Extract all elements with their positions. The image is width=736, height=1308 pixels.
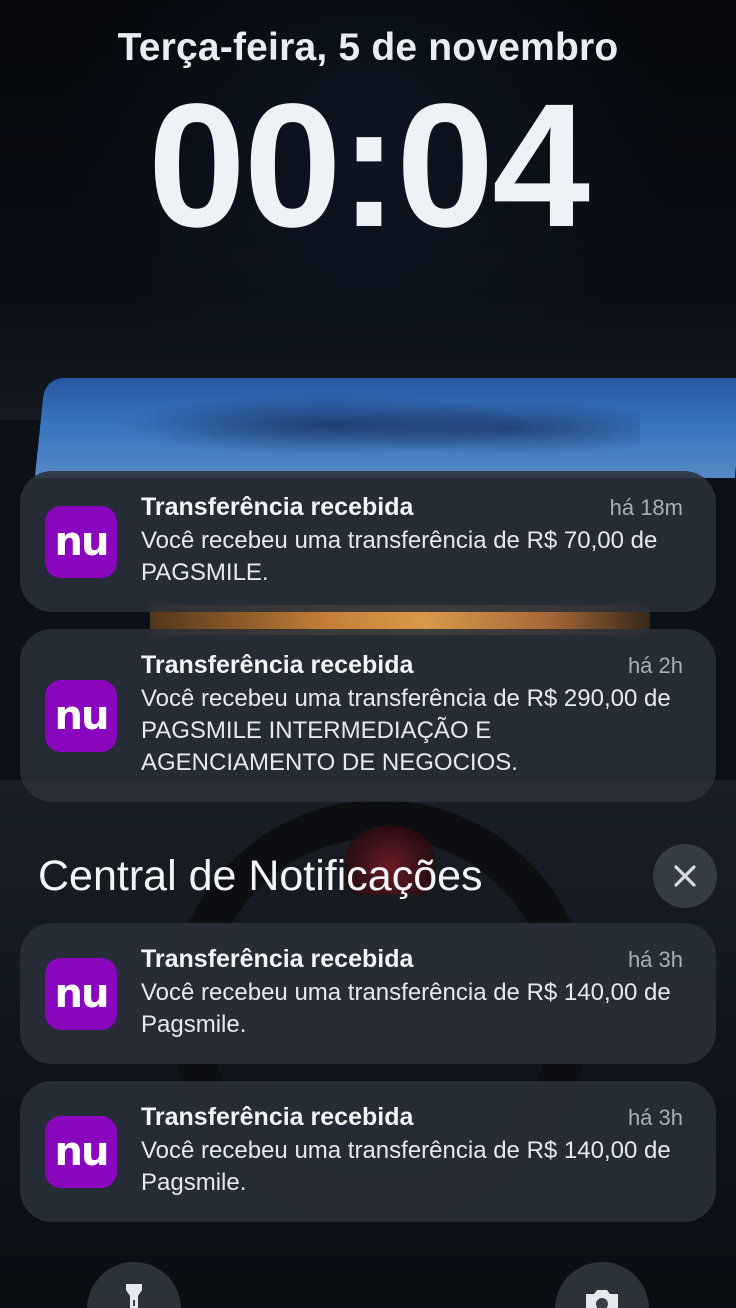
nubank-logo-text: nu (54, 971, 110, 1017)
nubank-app-icon: nu (45, 958, 117, 1030)
notification-time: há 18m (609, 495, 683, 520)
nubank-app-icon: nu (45, 1116, 117, 1188)
nubank-logo-text: nu (54, 1129, 110, 1175)
notification-title: Transferência recebida (141, 493, 414, 521)
notification-title: Transferência recebida (141, 651, 414, 679)
close-icon (674, 865, 696, 887)
notification-body: Você recebeu uma transferência de R$ 290… (141, 685, 671, 776)
nubank-app-icon: nu (45, 506, 117, 578)
notification-center-title: Central de Notificações (38, 852, 483, 900)
notification-time: há 3h (627, 947, 683, 972)
lock-screen-clock: 00:04 (147, 68, 590, 264)
notification-time: há 3h (627, 1105, 683, 1130)
notification-time: há 2h (627, 653, 683, 678)
nubank-logo-text: nu (54, 519, 110, 565)
notification-card[interactable]: nu Transferência recebida há 2h Você rec… (20, 629, 716, 802)
nubank-logo-text: nu (54, 693, 110, 739)
notification-body: Você recebeu uma transferência de R$ 140… (141, 979, 671, 1038)
camera-icon (586, 1290, 618, 1308)
nubank-app-icon: nu (45, 680, 117, 752)
notification-title: Transferência recebida (141, 945, 414, 973)
clear-notifications-button[interactable] (653, 844, 717, 908)
notification-body: Você recebeu uma transferência de R$ 140… (141, 1137, 671, 1196)
notification-card[interactable]: nu Transferência recebida há 3h Você rec… (20, 1081, 716, 1222)
lock-screen-date: Terça-feira, 5 de novembro (117, 26, 619, 69)
notification-card[interactable]: nu Transferência recebida há 18m Você re… (20, 471, 716, 612)
notification-title: Transferência recebida (141, 1103, 414, 1131)
flashlight-icon (126, 1284, 142, 1308)
wallpaper-clouds (120, 395, 640, 455)
notification-body: Você recebeu uma transferência de R$ 70,… (141, 527, 658, 586)
notification-card[interactable]: nu Transferência recebida há 3h Você rec… (20, 923, 716, 1064)
